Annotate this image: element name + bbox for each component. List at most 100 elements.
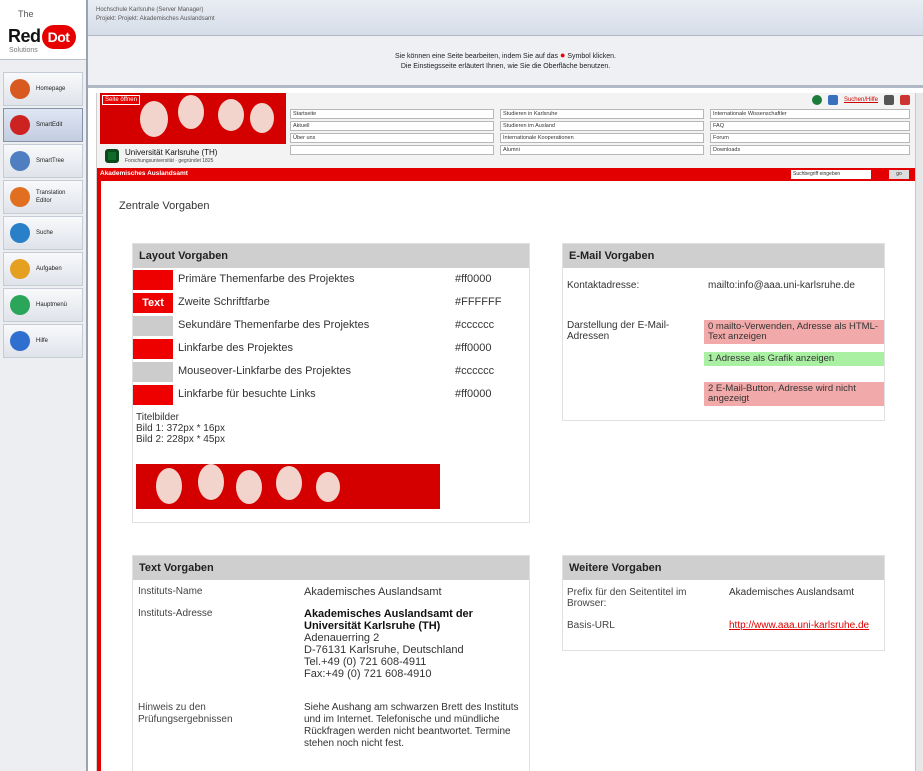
institute-address-value: Akademisches Auslandsamt der Universität… <box>304 608 526 680</box>
exam-results-value: Siehe Aushang am schwarzen Brett des Ins… <box>304 702 519 749</box>
mail-icon[interactable] <box>827 95 838 105</box>
edit-notice: Sie können eine Seite bearbeiten, indem … <box>88 36 923 88</box>
sidebar-item-smarttree[interactable]: SmartTree <box>3 144 83 178</box>
sidebar-item-label: SmartEdit <box>36 122 63 128</box>
color-setting-row: Linkfarbe des Projektes #ff0000 <box>133 339 529 359</box>
section-bar: Akademisches Auslandsamt Suchbegriff ein… <box>97 168 916 181</box>
main-sidebar: The Red Dot Solutions Homepage SmartEdit Sm… <box>0 0 88 771</box>
color-swatch <box>133 339 173 359</box>
header-banner-image: Seite öffnen <box>100 93 286 144</box>
site-nav-link[interactable]: Alumni <box>500 145 704 155</box>
sidebar-item-label: SmartTree <box>36 158 65 164</box>
base-url-label: Basis-URL <box>567 620 615 631</box>
site-search-input[interactable]: Suchbegriff eingeben <box>791 170 871 179</box>
university-icon <box>105 149 119 163</box>
title-image-preview[interactable] <box>136 464 440 509</box>
sidebar-item-label: Aufgaben <box>36 266 62 272</box>
site-nav-link[interactable]: Internationale Wissenschaftler <box>710 109 910 119</box>
sidebar-item-hauptmenü[interactable]: Hauptmenü <box>3 288 83 322</box>
language-flag-icon[interactable] <box>900 95 910 105</box>
base-url-link[interactable]: http://www.aaa.uni-karlsruhe.de <box>729 620 879 631</box>
site-nav-link[interactable]: Aktuell <box>290 121 494 131</box>
logo-subtitle: Solutions <box>9 47 38 54</box>
color-setting-value[interactable]: #ff0000 <box>455 388 492 400</box>
edit-symbol-icon: ● <box>559 50 566 60</box>
color-setting-value[interactable]: #ff0000 <box>455 342 492 354</box>
email-display-option[interactable]: 2 E-Mail-Button, Adresse wird nicht ange… <box>704 382 884 406</box>
logo-red-text: Red <box>8 25 41 46</box>
site-nav-link[interactable]: Forum <box>710 133 910 143</box>
address-line: D-76131 Karlsruhe, Deutschland <box>304 644 464 656</box>
notice-text-post: Symbol klicken. <box>567 53 617 60</box>
sidebar-item-hilfe[interactable]: Hilfe <box>3 324 83 358</box>
color-swatch <box>133 385 173 405</box>
university-tagline: Forschungsuniversität · gegründet 1825 <box>125 158 214 164</box>
sidebar-item-label: Hilfe <box>36 338 49 344</box>
sidebar-item-smartedit[interactable]: SmartEdit <box>3 108 83 142</box>
project-breadcrumb: Projekt: Projekt: Akademisches Auslandsa… <box>96 16 215 22</box>
sidebar-item-label: Hauptmenü <box>36 302 68 308</box>
email-display-option[interactable]: 0 mailto-Verwenden, Adresse als HTML-Tex… <box>704 320 884 344</box>
preview-face <box>276 466 302 500</box>
text-settings-box: Text Vorgaben Instituts-Name Akademische… <box>132 555 530 771</box>
text-box-title: Text Vorgaben <box>133 556 529 580</box>
layout-settings-box: Layout Vorgaben Primäre Themenfarbe des … <box>132 243 530 523</box>
image-1-size: Bild 1: 372px * 16px <box>136 423 225 434</box>
color-setting-row: Mouseover-Linkfarbe des Projektes #cccccc <box>133 362 529 382</box>
notice-line-2: Die Einstiegsseite erläutert Ihnen, wie … <box>400 63 611 70</box>
vertical-scrollbar[interactable] <box>915 93 923 771</box>
site-nav-link[interactable]: Über uns <box>290 133 494 143</box>
open-page-tag[interactable]: Seite öffnen <box>102 95 140 105</box>
color-setting-value[interactable]: #ff0000 <box>455 273 492 285</box>
color-setting-value[interactable]: #cccccc <box>455 365 494 377</box>
institute-address-title: Akademisches Auslandsamt der Universität… <box>304 608 473 632</box>
print-icon[interactable] <box>884 95 894 105</box>
home-icon[interactable] <box>811 95 822 105</box>
site-nav-link[interactable]: Studieren in Karlsruhe <box>500 109 704 119</box>
sidebar-icon <box>10 115 30 135</box>
page-title: Zentrale Vorgaben <box>119 200 210 212</box>
color-setting-value[interactable]: #FFFFFF <box>455 296 501 308</box>
site-nav-link[interactable] <box>290 145 494 155</box>
site-nav-link[interactable]: Startseite <box>290 109 494 119</box>
sidebar-icon <box>10 223 30 243</box>
sidebar-icon <box>10 295 30 315</box>
sidebar-icon <box>10 187 30 207</box>
sidebar-item-homepage[interactable]: Homepage <box>3 72 83 106</box>
email-display-option[interactable]: 1 Adresse als Grafik anzeigen <box>704 352 884 366</box>
color-setting-value[interactable]: #cccccc <box>455 319 494 331</box>
site-nav-link[interactable]: Downloads <box>710 145 910 155</box>
sidebar-icon <box>10 79 30 99</box>
contact-address-value[interactable]: mailto:info@aaa.uni-karlsruhe.de <box>708 280 878 291</box>
site-nav-link[interactable]: Internationale Kooperationen <box>500 133 704 143</box>
search-help-link[interactable]: Suchen/Hilfe <box>844 97 878 103</box>
site-nav-link[interactable]: FAQ <box>710 121 910 131</box>
address-line: Tel.+49 (0) 721 608-4911 <box>304 656 427 668</box>
color-setting-label: Primäre Themenfarbe des Projektes <box>178 273 355 285</box>
email-display-label: Darstellung der E-Mail-Adressen <box>567 320 670 342</box>
university-logo[interactable]: Universität Karlsruhe (TH) Forschungsuni… <box>105 146 285 166</box>
address-line: Fax:+49 (0) 721 608-4910 <box>304 668 432 680</box>
sidebar-item-aufgaben[interactable]: Aufgaben <box>3 252 83 286</box>
institute-name-value: Akademisches Auslandsamt <box>304 586 442 598</box>
more-settings-box: Weitere Vorgaben Prefix für den Seitenti… <box>562 555 885 651</box>
institute-address-label: Instituts-Adresse <box>138 608 213 619</box>
color-setting-label: Linkfarbe für besuchte Links <box>178 388 316 400</box>
sidebar-icon <box>10 331 30 351</box>
color-setting-label: Linkfarbe des Projektes <box>178 342 293 354</box>
site-nav-link[interactable]: Studieren im Ausland <box>500 121 704 131</box>
header-bar: Hochschule Karlsruhe (Server Manager) Pr… <box>88 0 923 36</box>
site-search-button[interactable]: go <box>889 170 909 179</box>
title-prefix-label: Prefix für den Seitentitel im Browser: <box>567 587 687 609</box>
color-swatch <box>133 362 173 382</box>
color-swatch <box>133 316 173 336</box>
sidebar-item-translation-editor[interactable]: Translation Editor <box>3 180 83 214</box>
contact-address-label: Kontaktadresse: <box>567 280 640 291</box>
banner-face <box>140 101 168 137</box>
banner-face <box>250 103 274 133</box>
color-setting-label: Sekundäre Themenfarbe des Projektes <box>178 319 370 331</box>
sidebar-item-suche[interactable]: Suche <box>3 216 83 250</box>
address-line: Adenauerring 2 <box>304 632 380 644</box>
banner-face <box>218 99 244 131</box>
image-2-size: Bild 2: 228px * 45px <box>136 434 225 445</box>
